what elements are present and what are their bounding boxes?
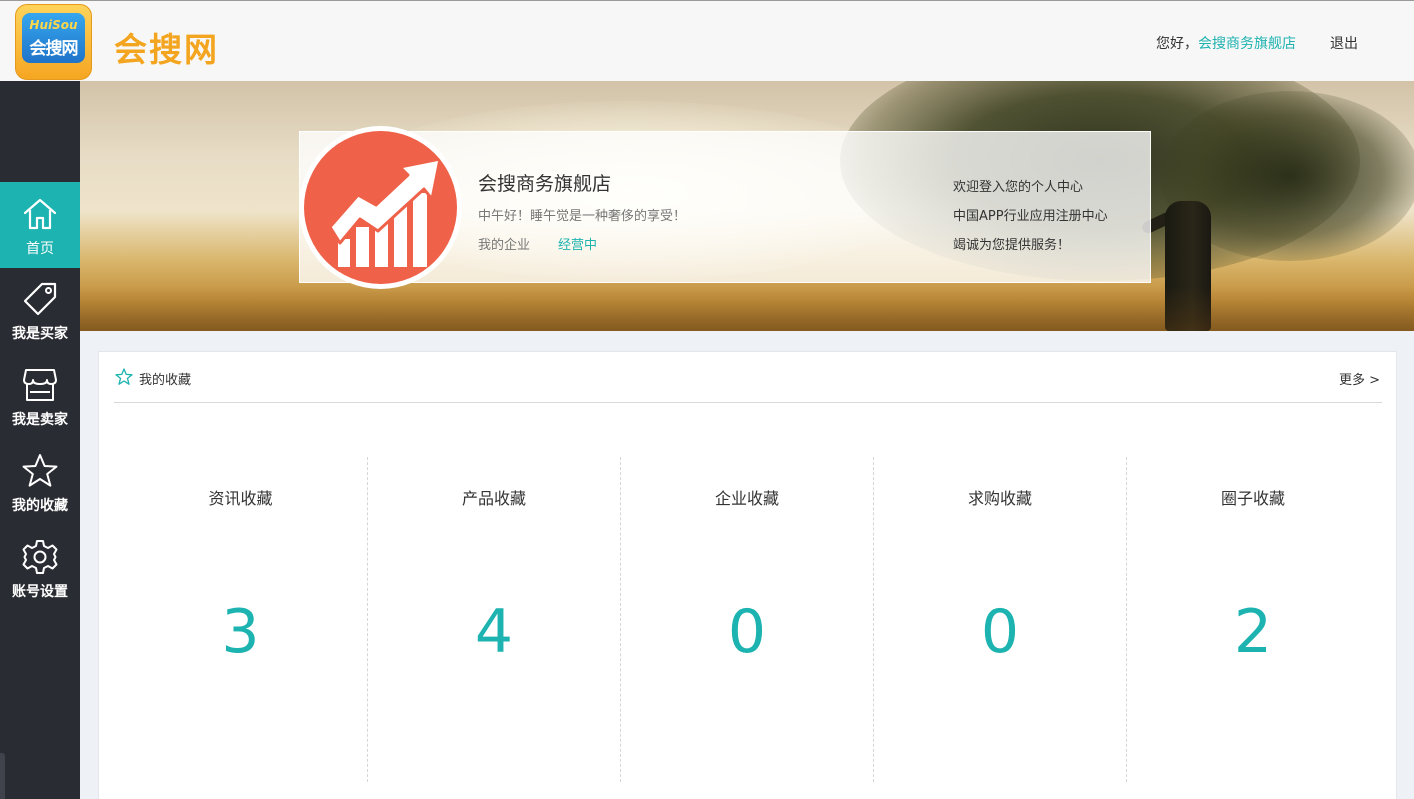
site-logo[interactable]: HuiSou 会搜网 — [15, 4, 92, 80]
stat-count[interactable]: 3 — [114, 597, 367, 667]
sidebar-item-label: 我的收藏 — [12, 498, 68, 514]
stat-label: 资讯收藏 — [208, 489, 273, 508]
favorite-stat-products[interactable]: 产品收藏 4 — [367, 457, 620, 782]
favorite-stat-news[interactable]: 资讯收藏 3 — [114, 457, 367, 782]
favorite-stat-companies[interactable]: 企业收藏 0 — [620, 457, 873, 782]
logo-wordmark-en: HuiSou — [29, 18, 78, 32]
shop-name: 会搜商务旗舰店 — [478, 173, 612, 195]
home-icon — [23, 198, 57, 230]
favorite-stat-purchase[interactable]: 求购收藏 0 — [873, 457, 1126, 782]
brand-title[interactable]: 会搜网 — [114, 23, 219, 71]
banner-field-shade — [80, 286, 1414, 331]
favorites-header: 我的收藏 更多 > — [114, 352, 1382, 403]
stat-count[interactable]: 4 — [368, 597, 620, 667]
favorites-panel: 我的收藏 更多 > 资讯收藏 3 产品收藏 4 企业收藏 0 求购收藏 0 圈子… — [98, 351, 1397, 799]
sidebar-item-settings[interactable]: 账号设置 — [0, 525, 80, 611]
stat-count[interactable]: 0 — [621, 597, 873, 667]
sidebar-item-buyer[interactable]: 我是买家 — [0, 267, 80, 353]
sidebar-item-label: 账号设置 — [12, 584, 68, 600]
star-outline-icon — [115, 368, 133, 385]
stat-label: 企业收藏 — [714, 489, 779, 508]
growth-chart-icon — [328, 157, 442, 267]
welcome-line: 欢迎登入您的个人中心 — [953, 180, 1084, 195]
stat-label: 圈子收藏 — [1220, 489, 1285, 508]
top-header: HuiSou 会搜网 会搜网 您好，会搜商务旗舰店 退出 — [0, 0, 1414, 81]
welcome-message: 欢迎登入您的个人中心 中国APP行业应用注册中心 竭诚为您提供服务！ — [953, 173, 1108, 260]
welcome-line: 中国APP行业应用注册中心 — [953, 209, 1108, 224]
logout-link[interactable]: 退出 — [1330, 33, 1358, 53]
user-greeting: 您好，会搜商务旗舰店 — [1156, 33, 1296, 53]
stat-count[interactable]: 0 — [874, 597, 1126, 667]
sidebar-item-seller[interactable]: 我是卖家 — [0, 353, 80, 439]
store-icon — [23, 369, 57, 401]
star-icon — [22, 454, 58, 487]
avatar[interactable] — [304, 131, 457, 284]
gear-icon — [22, 540, 58, 574]
user-shop-link[interactable]: 会搜商务旗舰店 — [1198, 36, 1296, 52]
greeting-motto: 中午好！睡午觉是一种奢侈的享受！ — [478, 209, 687, 224]
tag-icon — [23, 282, 57, 316]
profile-banner: 会搜商务旗舰店 中午好！睡午觉是一种奢侈的享受！ 我的企业 经营中 欢迎登入您的… — [80, 81, 1414, 331]
greeting-text: 您好， — [1156, 36, 1198, 52]
logo-wordmark-cn: 会搜网 — [29, 39, 79, 59]
stat-label: 求购收藏 — [967, 489, 1032, 508]
sidebar-collapse-handle[interactable] — [0, 753, 5, 799]
welcome-line: 竭诚为您提供服务！ — [953, 238, 1071, 253]
sidebar-item-label: 首页 — [26, 241, 54, 257]
more-link[interactable]: 更多 > — [1339, 369, 1380, 388]
stat-count[interactable]: 2 — [1127, 597, 1379, 667]
sidebar-item-label: 我是买家 — [12, 326, 68, 342]
sidebar-item-favorites[interactable]: 我的收藏 — [0, 439, 80, 525]
favorite-stat-circles[interactable]: 圈子收藏 2 — [1126, 457, 1379, 782]
enterprise-status: 经营中 — [558, 238, 598, 253]
sidebar-item-home[interactable]: 首页 — [0, 182, 80, 268]
sidebar-nav: 首页 我是买家 我是卖家 我的收藏 账号设置 — [0, 81, 80, 799]
favorites-title: 我的收藏 — [139, 373, 192, 388]
my-enterprise-link[interactable]: 我的企业 — [478, 234, 530, 253]
sidebar-item-label: 我是卖家 — [12, 412, 68, 428]
stat-label: 产品收藏 — [461, 489, 526, 508]
